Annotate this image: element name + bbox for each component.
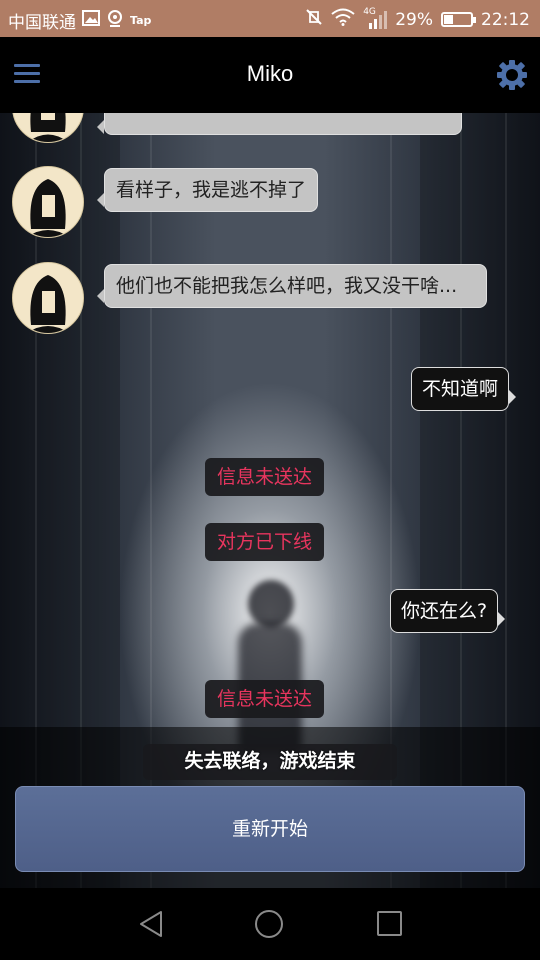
image-notification-icon [82, 10, 100, 31]
message-text: 你还在么? [401, 600, 488, 622]
system-notice-text: 对方已下线 [217, 531, 313, 553]
incoming-message-bubble: 看样子，我是逃不掉了 [96, 168, 319, 212]
incoming-message-bubble: 他们也不能把我怎么样吧，我又没干啥... [97, 264, 487, 308]
wifi-icon [331, 8, 355, 31]
recent-apps-icon[interactable] [377, 911, 402, 936]
system-notice: 信息未送达 [205, 680, 325, 718]
app-bar: Miko [0, 37, 540, 113]
miko-avatar [12, 262, 84, 334]
location-notification-icon [106, 9, 124, 32]
carrier-name: 中国联通 [8, 13, 76, 33]
tap-notification-icon: Tap [130, 14, 152, 27]
system-navigation-bar [0, 888, 540, 960]
chat-area[interactable]: 看样子，我是逃不掉了 他们也不能把我怎么样吧，我又没干啥... 不知道啊 信息未… [0, 113, 540, 888]
system-notice: 对方已下线 [205, 523, 325, 561]
back-icon[interactable] [138, 910, 164, 942]
restart-button[interactable]: 重新开始 [15, 786, 525, 872]
chat-title: Miko [246, 61, 294, 86]
incoming-message-bubble [97, 113, 462, 135]
message-text: 看样子，我是逃不掉了 [116, 179, 307, 201]
status-bar: 中国联通 Tap 4G 29% 22:12 [0, 0, 540, 37]
message-text: 他们也不能把我怎么样吧，我又没干啥... [116, 275, 458, 297]
outgoing-message-bubble: 不知道啊 [411, 367, 517, 411]
battery-icon [441, 12, 476, 27]
mute-icon [305, 8, 323, 31]
battery-percent: 29% [395, 9, 433, 30]
game-over-message: 失去联络，游戏结束 [184, 750, 356, 772]
cell-signal-icon: 4G [363, 7, 388, 29]
gear-icon[interactable] [496, 59, 528, 91]
home-icon[interactable] [255, 910, 283, 938]
system-notice: 信息未送达 [205, 458, 325, 496]
message-text: 不知道啊 [422, 378, 499, 400]
clock: 22:12 [481, 9, 530, 30]
miko-avatar [12, 166, 84, 238]
system-notice-text: 信息未送达 [217, 688, 313, 710]
system-notice-text: 信息未送达 [217, 466, 313, 488]
girl-silhouette-head [248, 580, 294, 628]
outgoing-message-bubble: 你还在么? [390, 589, 506, 633]
